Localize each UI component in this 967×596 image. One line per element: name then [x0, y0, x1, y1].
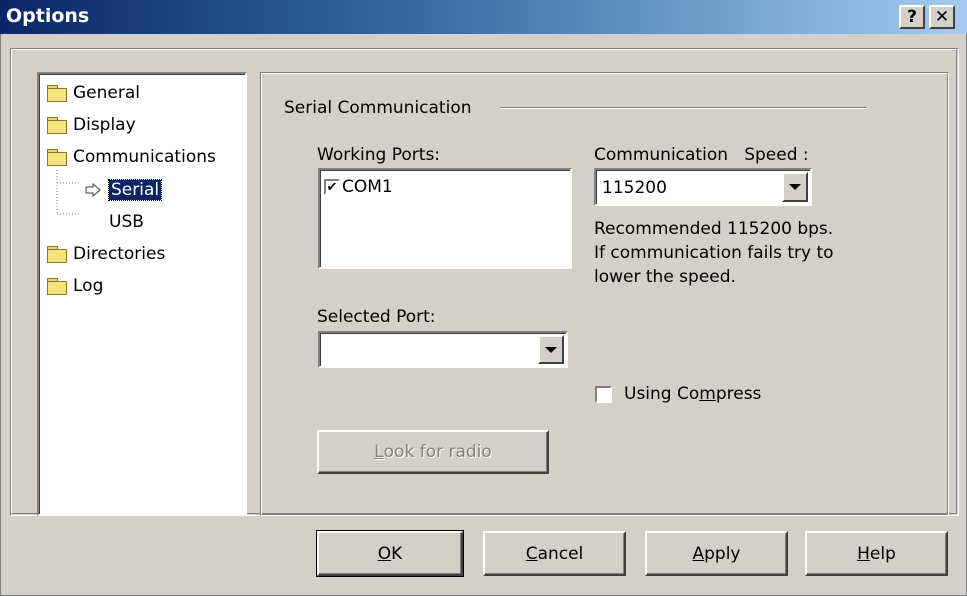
close-icon[interactable]: ✕	[929, 5, 955, 29]
folder-icon	[47, 149, 67, 166]
tree-item-log[interactable]: Log	[47, 273, 103, 299]
help-button[interactable]: Help	[805, 531, 948, 576]
speed-note-line3: lower the speed.	[594, 267, 736, 287]
tree-item-general[interactable]: General	[47, 80, 140, 106]
chevron-down-icon[interactable]	[538, 335, 564, 364]
speed-value: 115200	[602, 178, 667, 198]
working-ports-label: Working Ports:	[317, 145, 441, 165]
tree-item-directories[interactable]: Directories	[47, 241, 165, 267]
chevron-down-icon[interactable]	[782, 172, 808, 202]
group-title: Serial Communication	[284, 98, 472, 118]
tree-item-label: Communications	[73, 147, 216, 167]
checkbox-box[interactable]	[595, 385, 612, 403]
tree-item-label: Log	[73, 276, 104, 296]
cancel-button[interactable]: Cancel	[483, 531, 626, 576]
tree-item-display[interactable]: Display	[47, 112, 136, 138]
tree-item-label: USB	[109, 212, 144, 232]
tree-item-label: General	[73, 83, 140, 103]
using-compress-checkbox[interactable]: Using Compress	[595, 384, 761, 404]
folder-icon	[47, 278, 67, 295]
speed-label: Communication Speed :	[594, 145, 809, 165]
port-item-com1[interactable]: ✔ COM1	[324, 177, 393, 197]
title-bar[interactable]	[0, 0, 967, 34]
speed-note-line2: If communication fails try to	[594, 243, 834, 263]
tree-item-serial[interactable]: Serial	[85, 177, 163, 203]
tree-item-communications[interactable]: Communications	[47, 144, 216, 170]
compress-label: Using Compress	[624, 384, 762, 404]
folder-icon	[47, 246, 67, 263]
tree-item-label: Display	[73, 115, 136, 135]
window-title: Options	[6, 5, 90, 27]
tree-item-label: Directories	[73, 244, 166, 264]
arrow-right-icon	[85, 183, 101, 197]
tree-item-label: Serial	[107, 179, 163, 201]
folder-icon	[47, 117, 67, 134]
selected-port-label: Selected Port:	[317, 307, 436, 327]
selected-port-select[interactable]	[318, 331, 568, 368]
group-divider	[500, 107, 866, 109]
options-tree[interactable]: General Display Communications Serial US…	[37, 72, 247, 516]
look-for-radio-button[interactable]: Look for radio	[317, 430, 549, 474]
apply-button[interactable]: Apply	[645, 531, 788, 576]
check-icon[interactable]: ✔	[324, 179, 340, 195]
help-icon[interactable]: ?	[899, 5, 925, 29]
working-ports-list[interactable]: ✔ COM1	[318, 168, 572, 269]
folder-icon	[47, 85, 67, 102]
ok-button[interactable]: OK	[316, 530, 464, 577]
speed-note-line1: Recommended 115200 bps.	[594, 219, 834, 239]
port-name: COM1	[342, 177, 393, 197]
tree-item-usb[interactable]: USB	[109, 209, 144, 235]
speed-select[interactable]: 115200	[594, 168, 812, 206]
